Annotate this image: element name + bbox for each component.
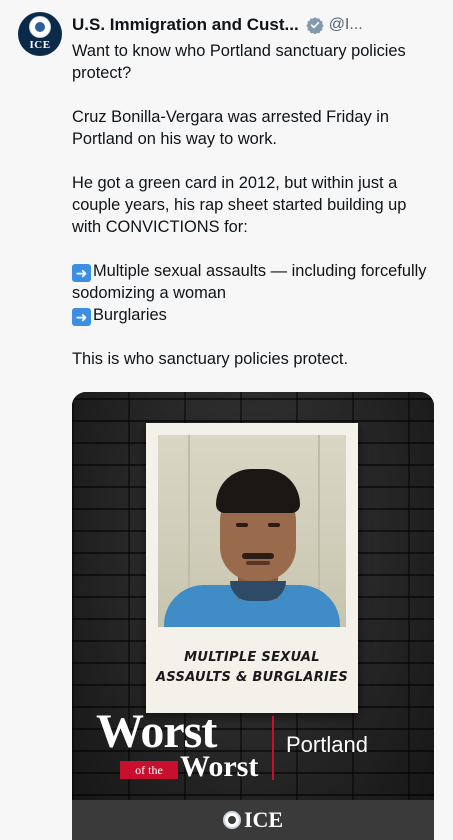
avatar[interactable]: ICE <box>18 12 62 56</box>
tweet-header: U.S. Immigration and Cust... @I... <box>72 13 443 37</box>
right-arrow-icon: ➜ <box>72 264 91 282</box>
tweet-list: ➜ Multiple sexual assaults — including fo… <box>72 260 432 326</box>
photo-moustache <box>242 553 274 559</box>
dhs-seal-icon <box>29 16 51 38</box>
avatar-text: ICE <box>29 39 51 51</box>
photo-eye <box>268 523 280 527</box>
tweet-paragraph: He got a green card in 2012, but within … <box>72 174 407 236</box>
mugshot-photo <box>158 435 346 627</box>
logo-worst-second: Worst <box>180 750 259 783</box>
polaroid-caption: MULTIPLE SEXUAL ASSAULTS & BURGLARIES <box>146 648 358 688</box>
right-arrow-icon: ➜ <box>72 308 91 326</box>
caption-line: ASSAULTS & BURGLARIES <box>156 670 348 685</box>
photo-eye <box>236 523 248 527</box>
photo-mouth <box>246 561 270 565</box>
tweet-paragraph: Want to know who Portland sanctuary poli… <box>72 42 406 82</box>
verified-badge-icon <box>305 17 324 34</box>
ice-footer-bar: ICE <box>72 800 434 840</box>
caption-line: MULTIPLE SEXUAL <box>184 650 320 665</box>
dhs-seal-icon <box>222 811 241 829</box>
tweet-paragraph: Cruz Bonilla-Vergara was arrested Friday… <box>72 108 390 148</box>
photo-hair <box>216 469 300 513</box>
city-label: Portland <box>286 732 368 757</box>
list-item: Multiple sexual assaults — including for… <box>72 262 427 302</box>
ice-footer-logo: ICE <box>243 807 284 832</box>
tweet-paragraph: This is who sanctuary policies protect. <box>72 350 349 368</box>
author-handle[interactable]: @I... <box>329 16 363 34</box>
list-item: Burglaries <box>93 306 167 324</box>
logo-divider <box>272 716 274 780</box>
worst-of-the-worst-logo: Worst <box>96 705 217 758</box>
logo-of-the: of the <box>120 761 178 779</box>
polaroid-frame: MULTIPLE SEXUAL ASSAULTS & BURGLARIES <box>146 423 358 713</box>
media-image[interactable]: MULTIPLE SEXUAL ASSAULTS & BURGLARIES Wo… <box>72 392 434 840</box>
tweet-text: Want to know who Portland sanctuary poli… <box>72 40 432 392</box>
author-name[interactable]: U.S. Immigration and Cust... <box>72 15 299 35</box>
